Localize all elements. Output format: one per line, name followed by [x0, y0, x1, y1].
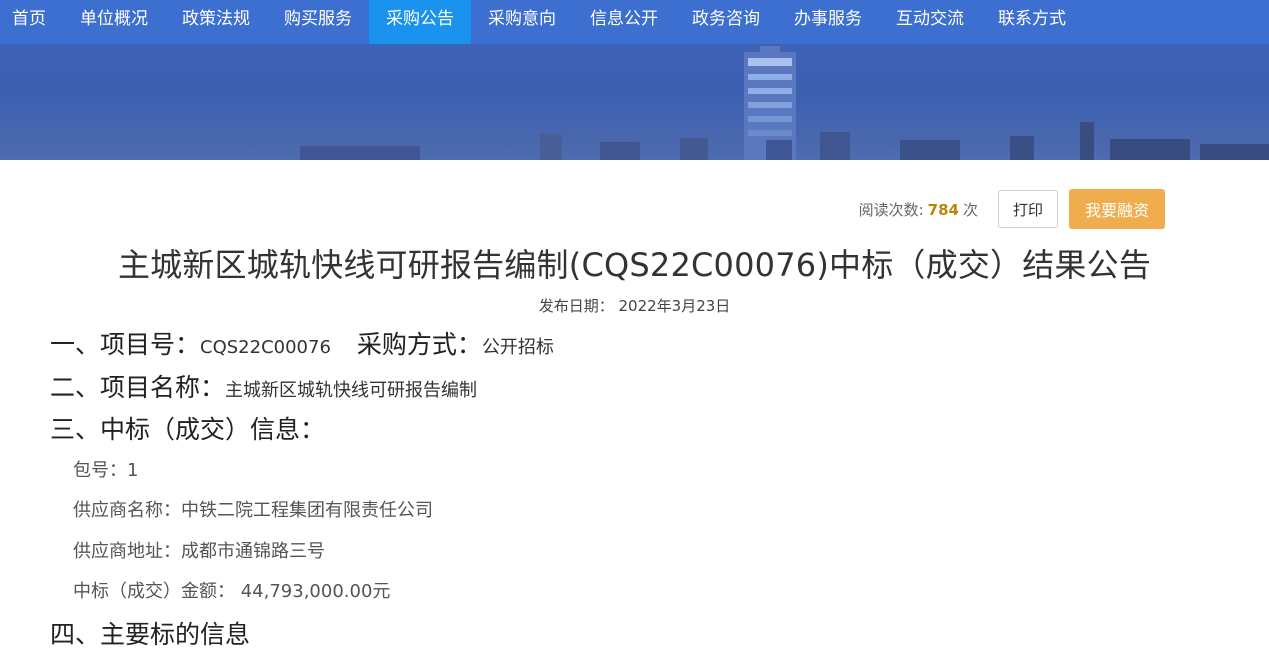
award-amount-value: 44,793,000.00元: [235, 581, 391, 602]
nav-item-consultation[interactable]: 政务咨询: [675, 0, 777, 44]
nav-item-home[interactable]: 首页: [0, 0, 63, 44]
nav-item-policies[interactable]: 政策法规: [165, 0, 267, 44]
section-project-number: 一、项目号：CQS22C00076 采购方式：公开招标: [50, 325, 554, 361]
nav-item-info-disclosure[interactable]: 信息公开: [573, 0, 675, 44]
nav-item-procurement-notice[interactable]: 采购公告: [369, 0, 471, 50]
apply-financing-button[interactable]: 我要融资: [1069, 189, 1165, 229]
publish-date: 发布日期： 2022年3月23日: [0, 295, 1269, 316]
supplier-name: 供应商名称：中铁二院工程集团有限责任公司: [73, 496, 433, 522]
print-button[interactable]: 打印: [998, 190, 1058, 228]
nav-item-services[interactable]: 办事服务: [777, 0, 879, 44]
project-name-value: 主城新区城轨快线可研报告编制: [225, 380, 478, 401]
nav-item-contact[interactable]: 联系方式: [981, 0, 1083, 44]
view-count-unit: 次: [962, 200, 978, 219]
package-number: 包号：1: [73, 456, 138, 482]
supplier-name-label: 供应商名称：: [73, 500, 181, 521]
section-main-items: 四、主要标的信息: [50, 620, 251, 649]
section-award-info: 三、中标（成交）信息：: [50, 415, 326, 444]
supplier-address-value: 成都市通锦路三号: [181, 541, 325, 562]
package-number-value: 1: [127, 460, 139, 481]
nav-item-interaction[interactable]: 互动交流: [879, 0, 981, 44]
supplier-address-label: 供应商地址：: [73, 541, 181, 562]
procurement-method-label: 采购方式：: [356, 330, 482, 359]
supplier-name-value: 中铁二院工程集团有限责任公司: [181, 500, 433, 521]
award-amount: 中标（成交）金额： 44,793,000.00元: [73, 577, 390, 603]
nav-item-procurement-intent[interactable]: 采购意向: [471, 0, 573, 44]
view-count-value: 784: [927, 200, 959, 219]
publish-date-value: 2022年3月23日: [618, 297, 731, 315]
award-amount-label: 中标（成交）金额：: [73, 581, 235, 602]
project-name-label: 二、项目名称：: [50, 373, 226, 402]
section-project-name: 二、项目名称：主城新区城轨快线可研报告编制: [50, 368, 477, 404]
supplier-address: 供应商地址：成都市通锦路三号: [73, 537, 325, 563]
publish-date-label: 发布日期：: [538, 297, 614, 315]
city-skyline-image: [0, 46, 1269, 160]
article-toolbar: 阅读次数: 784 次 打印 我要融资: [859, 189, 1165, 229]
project-number-value: CQS22C00076: [200, 337, 331, 358]
view-counter: 阅读次数: 784 次: [859, 199, 978, 220]
view-count-label: 阅读次数:: [858, 200, 924, 219]
article-title: 主城新区城轨快线可研报告编制(CQS22C00076)中标（成交）结果公告: [117, 246, 1152, 284]
project-number-label: 一、项目号：: [50, 330, 201, 359]
nav-item-unit-overview[interactable]: 单位概况: [63, 0, 165, 44]
package-number-label: 包号：: [73, 460, 127, 481]
nav-item-purchase-service[interactable]: 购买服务: [267, 0, 369, 44]
procurement-method-value: 公开招标: [481, 337, 554, 358]
top-navigation: 首页 单位概况 政策法规 购买服务 采购公告 采购意向 信息公开 政务咨询 办事…: [0, 0, 1269, 50]
city-banner: [0, 44, 1269, 160]
